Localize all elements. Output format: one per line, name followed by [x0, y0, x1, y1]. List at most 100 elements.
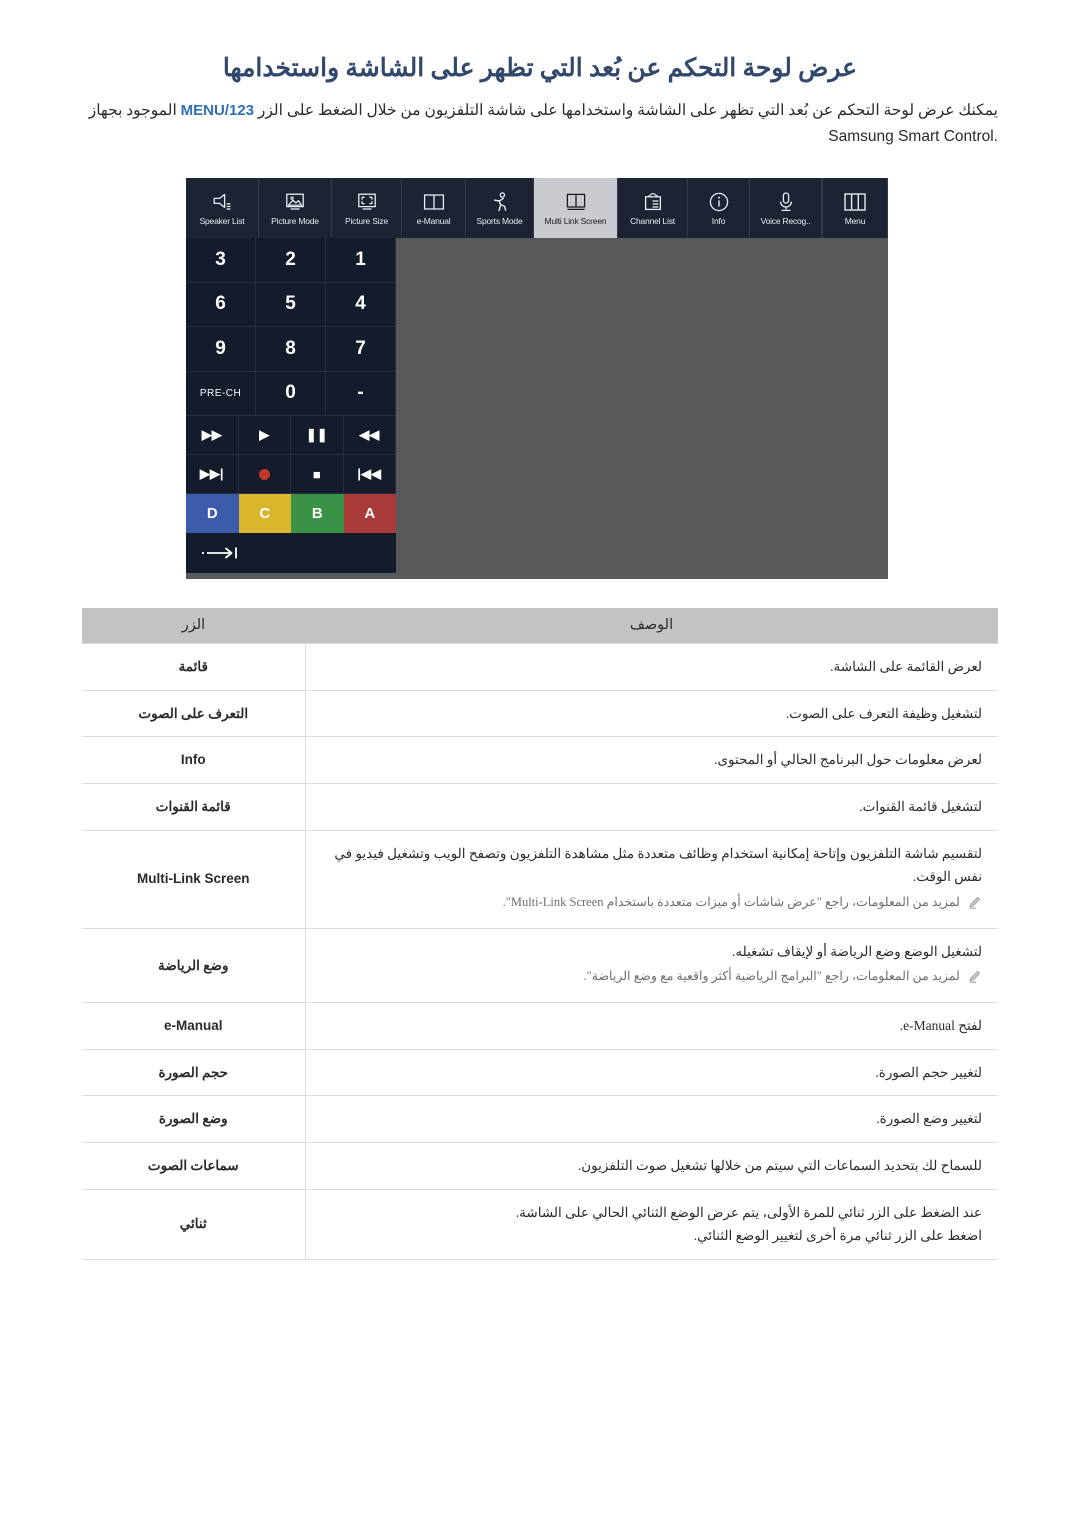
color-button-d[interactable]: D — [186, 494, 239, 533]
menu-123-button-ref: MENU/123 — [180, 101, 254, 119]
description-text: لتغيير حجم الصورة. — [875, 1064, 982, 1080]
toolbar-label-speaker-list: Speaker List — [199, 216, 245, 227]
toolbar-item-e-manual[interactable]: e-Manual — [402, 178, 466, 238]
fast-forward-icon[interactable]: ▶▶ — [186, 416, 239, 455]
remote-toolbar: Menu Voice Recog.. Info Channel List Mul… — [186, 178, 888, 238]
play-icon[interactable]: ▶ — [238, 416, 291, 455]
stop-icon[interactable]: ■ — [291, 455, 344, 494]
key-9[interactable]: 9 — [186, 327, 256, 372]
description-text: لفتح e-Manual. — [899, 1018, 982, 1034]
key-0[interactable]: 0 — [256, 371, 326, 416]
key-dash[interactable]: - — [326, 371, 396, 416]
key-6[interactable]: 6 — [186, 282, 256, 327]
toolbar-item-voice-recognition[interactable]: Voice Recog.. — [750, 178, 822, 238]
intro-line-2: Samsung Smart Control. — [828, 128, 998, 146]
description-text: لتقسيم شاشة التلفزيون وإتاحة إمكانية است… — [334, 845, 982, 885]
button-description-table: الوصف الزر لعرض القائمة على الشاشة. قائم… — [82, 608, 998, 1260]
intro-paragraph: يمكنك عرض لوحة التحكم عن بُعد التي تظهر … — [82, 98, 998, 151]
description-text: لتشغيل الوضع وضع الرياضة أو لإيقاف تشغيل… — [732, 943, 982, 959]
color-button-b[interactable]: B — [291, 494, 344, 533]
row-button-name: سماعات الصوت — [82, 1142, 306, 1190]
row-button-name: وضع الرياضة — [82, 928, 306, 1004]
row-button-name: قائمة القنوات — [82, 783, 306, 831]
key-5[interactable]: 5 — [256, 282, 326, 327]
header-description: الوصف — [305, 608, 998, 644]
row-description: لتشغيل وظيفة التعرف على الصوت. — [305, 690, 998, 738]
rewind-icon[interactable]: ◀◀ — [343, 416, 396, 455]
running-person-icon — [491, 190, 509, 214]
key-7[interactable]: 7 — [326, 327, 396, 372]
previous-track-icon[interactable]: |◀◀ — [343, 455, 396, 494]
color-button-a[interactable]: A — [343, 494, 396, 533]
toolbar-item-channel-list[interactable]: Channel List — [618, 178, 688, 238]
remote-keypad: 1 2 3 4 5 6 7 8 9 - 0 PRE-CH ◀◀ ❚❚ ▶ ▶▶ … — [186, 238, 396, 573]
next-track-icon[interactable]: ▶▶| — [186, 455, 239, 494]
row-note-text: لمزيد من المعلومات، راجع "البرامج الرياض… — [583, 969, 960, 984]
row-description: لفتح e-Manual. — [305, 1002, 998, 1050]
exit-row — [186, 533, 396, 573]
on-screen-remote-panel: Menu Voice Recog.. Info Channel List Mul… — [186, 178, 888, 579]
description-text: لعرض معلومات حول البرنامج الحالي أو المح… — [714, 752, 982, 768]
key-pre-ch[interactable]: PRE-CH — [186, 371, 256, 416]
open-book-icon — [423, 190, 445, 214]
toolbar-item-picture-size[interactable]: Picture Size — [332, 178, 402, 238]
row-button-name: حجم الصورة — [82, 1049, 306, 1097]
table-row: لتقسيم شاشة التلفزيون وإتاحة إمكانية است… — [82, 830, 998, 929]
row-description: لعرض معلومات حول البرنامج الحالي أو المح… — [305, 736, 998, 784]
exit-arrow-icon[interactable] — [186, 533, 396, 573]
row-description: عند الضغط على الزر ثنائي للمرة الأولى، ي… — [305, 1189, 998, 1260]
description-text: عند الضغط على الزر ثنائي للمرة الأولى، ي… — [515, 1204, 982, 1220]
record-icon[interactable] — [238, 455, 291, 494]
key-8[interactable]: 8 — [256, 327, 326, 372]
row-description: للسماح لك بتحديد السماعات التي سيتم من خ… — [305, 1142, 998, 1190]
table-row: لفتح e-Manual. e-Manual — [82, 1002, 998, 1050]
picture-size-icon — [356, 190, 378, 214]
media-row-2: |◀◀ ■ ▶▶| — [186, 455, 396, 494]
toolbar-item-multi-link-screen[interactable]: Multi Link Screen — [534, 178, 618, 238]
key-3[interactable]: 3 — [186, 238, 256, 283]
color-button-c[interactable]: C — [238, 494, 291, 533]
toolbar-item-picture-mode[interactable]: Picture Mode — [259, 178, 332, 238]
menu-panels-icon — [844, 190, 866, 214]
toolbar-label-voice-recognition: Voice Recog.. — [760, 216, 811, 227]
toolbar-label-channel-list: Channel List — [630, 216, 675, 227]
media-row-1: ◀◀ ❚❚ ▶ ▶▶ — [186, 416, 396, 455]
table-row: لتشغيل قائمة القنوات. قائمة القنوات — [82, 783, 998, 831]
row-button-name: Multi-Link Screen — [82, 830, 306, 929]
table-row: لتشغيل الوضع وضع الرياضة أو لإيقاف تشغيل… — [82, 928, 998, 1004]
intro-text-before: يمكنك عرض لوحة التحكم عن بُعد التي تظهر … — [257, 101, 998, 119]
row-note-text: لمزيد من المعلومات، راجع "عرض شاشات أو م… — [502, 894, 960, 909]
picture-mode-icon — [284, 190, 306, 214]
speaker-icon — [211, 190, 233, 214]
table-header-row: الوصف الزر — [82, 608, 998, 644]
row-button-name: Info — [82, 736, 306, 784]
button-description-table-wrap: الوصف الزر لعرض القائمة على الشاشة. قائم… — [82, 608, 998, 1260]
description-text: لعرض القائمة على الشاشة. — [830, 659, 982, 674]
toolbar-item-sports-mode[interactable]: Sports Mode — [466, 178, 534, 238]
keypad-row-4: - 0 PRE-CH — [186, 371, 396, 416]
toolbar-item-info[interactable]: Info — [688, 178, 750, 238]
key-4[interactable]: 4 — [326, 282, 396, 327]
row-note: لمزيد من المعلومات، راجع "البرامج الرياض… — [322, 966, 983, 991]
toolbar-label-menu: Menu — [844, 216, 866, 227]
row-button-name: التعرف على الصوت — [82, 690, 306, 738]
pause-icon[interactable]: ❚❚ — [291, 416, 344, 455]
header-button: الزر — [82, 608, 305, 644]
table-row: لتشغيل وظيفة التعرف على الصوت. التعرف عل… — [82, 690, 998, 738]
row-note-text: اضغط على الزر ثنائي مرة أخرى لتغيير الوض… — [693, 1228, 982, 1244]
key-2[interactable]: 2 — [256, 238, 326, 283]
table-row: لتغيير وضع الصورة. وضع الصورة — [82, 1095, 998, 1143]
intro-text-after: الموجود بجهاز — [88, 101, 177, 119]
toolbar-item-menu[interactable]: Menu — [822, 178, 888, 238]
key-1[interactable]: 1 — [326, 238, 396, 283]
description-text: لتغيير وضع الصورة. — [876, 1111, 982, 1127]
toolbar-label-e-manual: e-Manual — [416, 216, 451, 227]
row-button-name: ثنائي — [82, 1189, 306, 1260]
toolbar-item-speaker-list[interactable]: Speaker List — [186, 178, 259, 238]
row-button-name: وضع الصورة — [82, 1095, 306, 1143]
row-description: لتشغيل قائمة القنوات. — [305, 783, 998, 831]
keypad-row-3: 7 8 9 — [186, 327, 396, 372]
keypad-row-1: 1 2 3 — [186, 238, 396, 283]
row-button-name: e-Manual — [82, 1002, 306, 1050]
multi-link-screen-icon — [565, 190, 587, 214]
